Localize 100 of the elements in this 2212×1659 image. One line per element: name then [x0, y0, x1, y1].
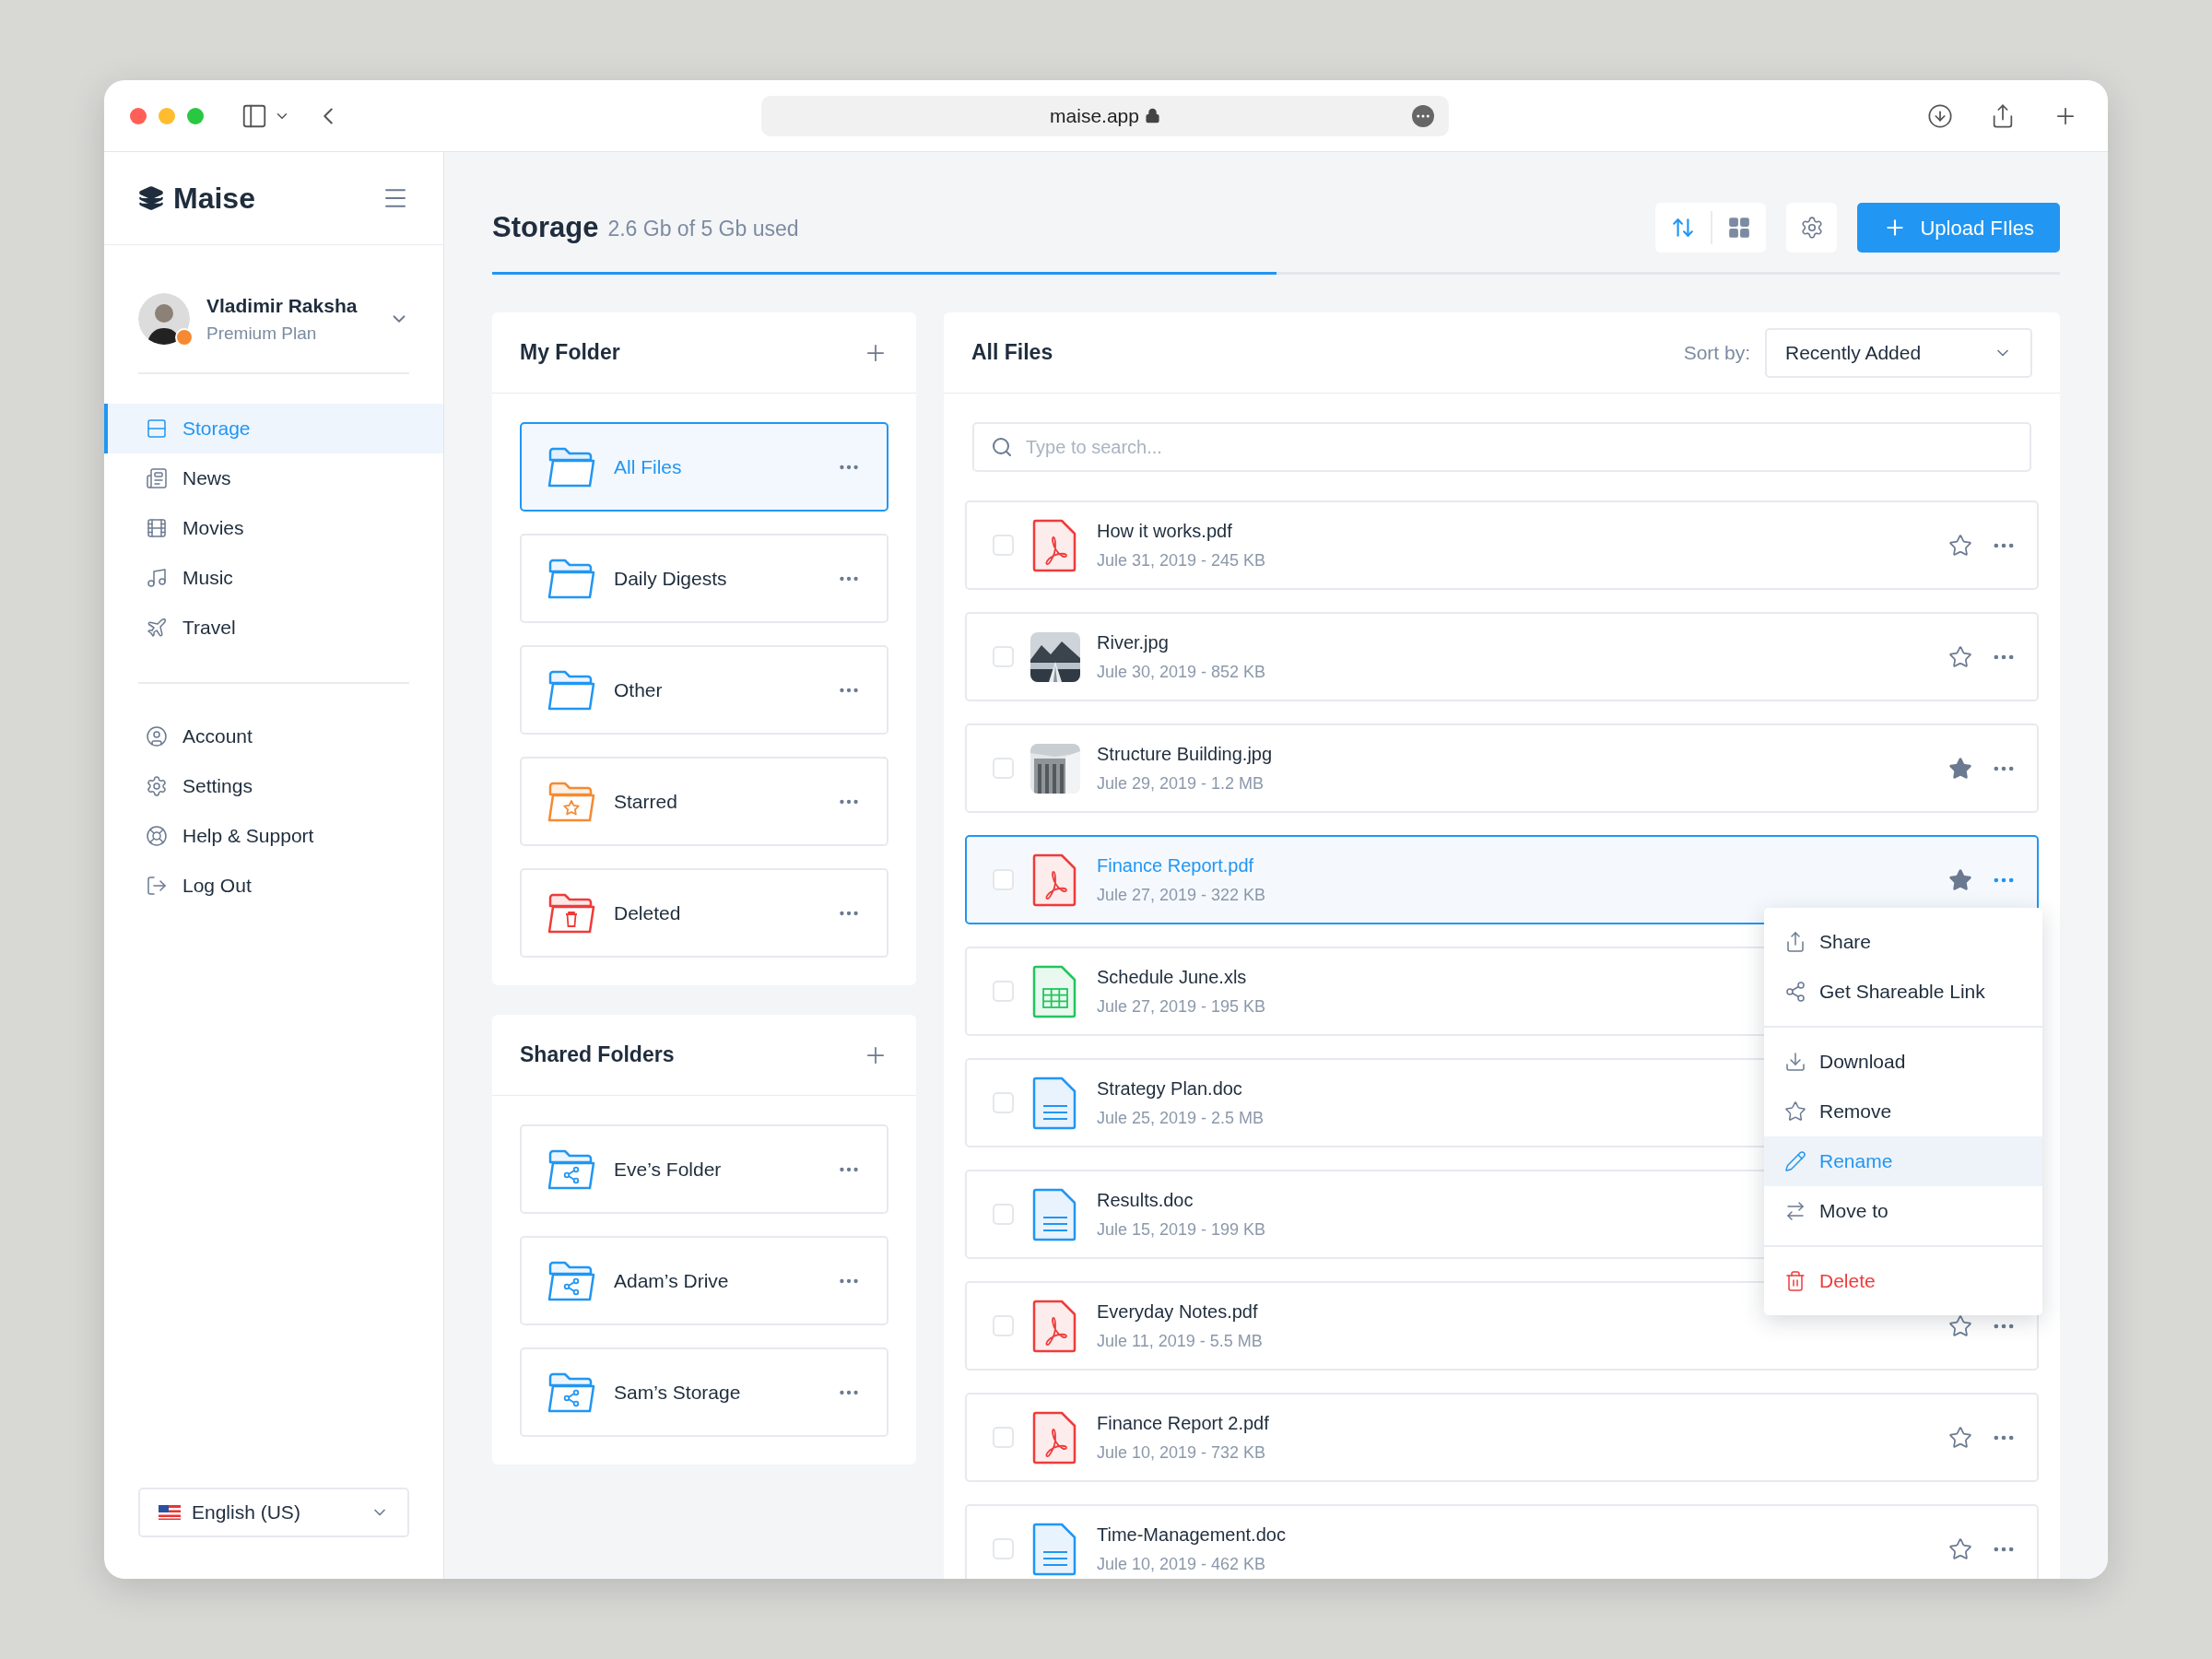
checkbox[interactable]: [993, 1427, 1014, 1448]
folder-name: Starred: [614, 789, 678, 814]
menu-item[interactable]: Delete: [1764, 1256, 2042, 1306]
zoom-window-icon[interactable]: [187, 107, 204, 124]
file-name: River.jpg: [1097, 631, 1169, 654]
user-name: Vladimir Raksha: [206, 294, 358, 318]
music-icon: [146, 567, 168, 589]
file-meta: Jule 27, 2019 - 322 KB: [1097, 885, 1266, 906]
folder-item[interactable]: Deleted: [520, 868, 888, 958]
grid-icon: [1727, 216, 1752, 240]
folder-icon: [547, 891, 595, 935]
folder-name: Sam’s Storage: [614, 1380, 742, 1405]
checkbox[interactable]: [993, 981, 1014, 1002]
share-icon: [1784, 931, 1806, 953]
file-name: Time-Management.doc: [1097, 1524, 1286, 1547]
close-window-icon[interactable]: [130, 107, 147, 124]
nav-item[interactable]: Help & Support: [104, 811, 443, 861]
checkbox[interactable]: [993, 1315, 1014, 1336]
nav-item[interactable]: Movies: [104, 503, 443, 553]
star-icon[interactable]: [1948, 1425, 1972, 1450]
film-icon: [146, 517, 168, 539]
file-row[interactable]: River.jpg Jule 30, 2019 - 852 KB: [965, 612, 2039, 701]
menu-item[interactable]: Download: [1764, 1037, 2042, 1087]
folder-name: Eve’s Folder: [614, 1157, 723, 1182]
file-meta: Jule 27, 2019 - 195 KB: [1097, 996, 1266, 1018]
file-row[interactable]: Time-Management.doc Jule 10, 2019 - 462 KB: [965, 1504, 2039, 1579]
folder-icon: [547, 668, 595, 712]
card-title: My Folder: [520, 339, 620, 367]
nav-item[interactable]: Settings: [104, 761, 443, 811]
star-icon[interactable]: [1948, 1536, 1972, 1561]
star-icon[interactable]: [1948, 867, 1972, 892]
download-icon[interactable]: [1927, 102, 1953, 129]
logout-icon: [146, 875, 168, 897]
spreadsheet-file-icon: [1032, 964, 1078, 1018]
menu-item[interactable]: Get Shareable Link: [1764, 967, 2042, 1017]
nav-item[interactable]: Travel: [104, 603, 443, 653]
checkbox[interactable]: [993, 1538, 1014, 1559]
checkbox[interactable]: [993, 1204, 1014, 1225]
more-icon[interactable]: [1412, 104, 1434, 127]
star-icon[interactable]: [1948, 756, 1972, 781]
file-name: Structure Building.jpg: [1097, 743, 1273, 766]
nav-item[interactable]: Music: [104, 553, 443, 603]
star-icon: [1784, 1100, 1806, 1123]
checkbox[interactable]: [993, 535, 1014, 556]
folder-item[interactable]: Eve’s Folder: [520, 1124, 888, 1214]
arrows-icon: [1784, 1200, 1806, 1222]
folder-icon: [547, 1371, 595, 1414]
file-meta: Jule 25, 2019 - 2.5 MB: [1097, 1108, 1265, 1129]
flag-icon: [159, 1505, 181, 1520]
storage-icon: [146, 418, 168, 440]
folder-item[interactable]: Daily Digests: [520, 534, 888, 623]
sort-select[interactable]: Recently Added: [1765, 327, 2032, 378]
folder-name: Other: [614, 677, 664, 702]
star-icon[interactable]: [1948, 1313, 1972, 1338]
star-icon[interactable]: [1948, 644, 1972, 669]
file-meta: Jule 15, 2019 - 199 KB: [1097, 1219, 1266, 1241]
menu-item[interactable]: Remove: [1764, 1087, 2042, 1136]
star-icon[interactable]: [1948, 533, 1972, 558]
checkbox[interactable]: [993, 869, 1014, 890]
user-icon: [146, 725, 168, 747]
logo-icon: [138, 185, 164, 211]
pdf-file-icon: [1032, 853, 1078, 907]
file-row[interactable]: Structure Building.jpg Jule 29, 2019 - 1.2 MB: [965, 724, 2039, 813]
folder-item[interactable]: Sam’s Storage: [520, 1347, 888, 1437]
nav-item[interactable]: Account: [104, 712, 443, 761]
link-share-icon: [1784, 981, 1806, 1003]
menu-item[interactable]: Share: [1764, 917, 2042, 967]
document-file-icon: [1032, 1522, 1078, 1576]
checkbox[interactable]: [993, 1092, 1014, 1113]
lifebuoy-icon: [146, 825, 168, 847]
settings-button[interactable]: [1786, 203, 1838, 253]
document-file-icon: [1032, 1187, 1078, 1241]
folder-name: Deleted: [614, 900, 682, 925]
address-text: maise.app: [1050, 103, 1139, 128]
nav-item[interactable]: News: [104, 453, 443, 503]
checkbox[interactable]: [993, 758, 1014, 779]
search-field[interactable]: Type to search...: [972, 422, 2031, 472]
file-name: Strategy Plan.doc: [1097, 1077, 1242, 1100]
file-meta: Jule 11, 2019 - 5.5 MB: [1097, 1331, 1263, 1352]
folder-item[interactable]: Starred: [520, 757, 888, 846]
card-title: All Files: [971, 339, 1053, 367]
folder-item[interactable]: Adam’s Drive: [520, 1236, 888, 1325]
settings-icon: [1800, 216, 1824, 240]
settings-icon: [146, 775, 168, 797]
nav-item[interactable]: Log Out: [104, 861, 443, 911]
menu-item[interactable]: Move to: [1764, 1186, 2042, 1236]
logo-text: Maise: [173, 181, 255, 217]
file-row[interactable]: Finance Report 2.pdf Jule 10, 2019 - 732 KB: [965, 1393, 2039, 1482]
pdf-file-icon: [1032, 1410, 1078, 1465]
plane-icon: [146, 617, 168, 639]
file-row[interactable]: How it works.pdf Jule 31, 2019 - 245 KB: [965, 500, 2039, 590]
lock-icon: [1144, 108, 1160, 124]
pencil-icon: [1784, 1150, 1806, 1172]
language-select[interactable]: English (US): [138, 1488, 409, 1537]
pdf-file-icon: [1032, 1299, 1078, 1353]
folder-icon: [547, 445, 595, 488]
newspaper-icon: [146, 467, 168, 489]
checkbox[interactable]: [993, 646, 1014, 667]
address-bar[interactable]: maise.app: [761, 95, 1449, 136]
folder-item[interactable]: Other: [520, 645, 888, 735]
